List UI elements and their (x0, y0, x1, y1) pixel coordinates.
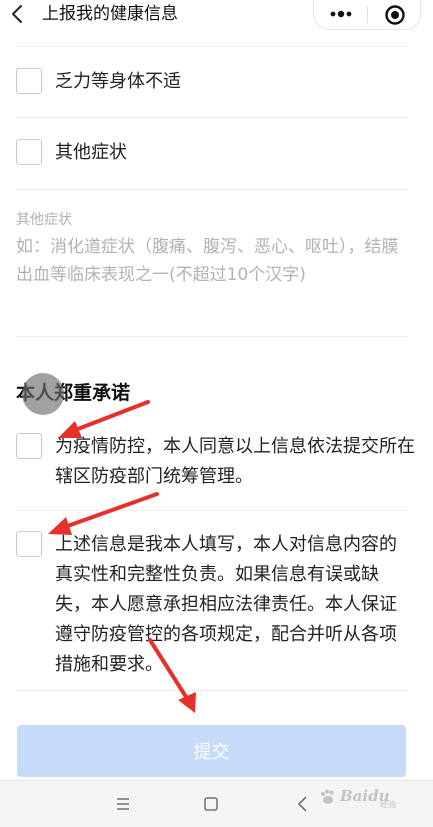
baidu-watermark: Baidu 经验 (318, 783, 418, 811)
paw-icon (321, 789, 334, 804)
commitment-text-2: 上述信息是我本人填写，本人对信息内容的真实性和完整性负责。如果信息有误或缺失，本… (55, 534, 397, 675)
divider (16, 189, 408, 190)
other-symptoms-textarea[interactable]: 如：消化道症状（腹痛、腹泻、恶心、呕吐），结膜出血等临床表现之一(不超过10个汉… (16, 233, 414, 289)
top-bar: 上报我的健康信息 (0, 0, 433, 30)
page-title: 上报我的健康信息 (42, 4, 178, 24)
commitment-checkbox-2[interactable] (16, 531, 42, 557)
other-symptoms-label: 其他症状 (55, 142, 127, 163)
other-symptoms-checkbox[interactable] (16, 139, 42, 165)
arrow-to-second-checkbox (48, 492, 159, 535)
other-symptoms-field-label: 其他症状 (16, 212, 72, 228)
miniprogram-capsule (313, 0, 421, 30)
commitment-checkbox-1[interactable] (16, 433, 42, 459)
divider (16, 46, 408, 47)
fatigue-checkbox[interactable] (16, 68, 42, 94)
submit-button[interactable]: 提交 (17, 725, 406, 777)
annotation-arrows (48, 400, 196, 713)
fatigue-label: 乏力等身体不适 (55, 71, 181, 92)
divider (16, 336, 408, 337)
home-icon[interactable] (198, 791, 224, 817)
touch-indicator (22, 373, 64, 415)
back-icon[interactable] (8, 4, 28, 24)
menu-icon[interactable] (110, 791, 136, 817)
nav-back-icon[interactable] (290, 791, 316, 817)
capsule-divider (367, 6, 368, 23)
more-icon[interactable] (328, 7, 354, 21)
commitment-text-1: 为疫情防控，本人同意以上信息依法提交所在辖区防疫部门统筹管理。 (55, 436, 415, 487)
divider (16, 510, 408, 511)
watermark-sub: 经验 (380, 800, 396, 809)
divider (16, 690, 408, 691)
divider (16, 117, 408, 118)
close-miniprogram-icon[interactable] (384, 4, 406, 26)
